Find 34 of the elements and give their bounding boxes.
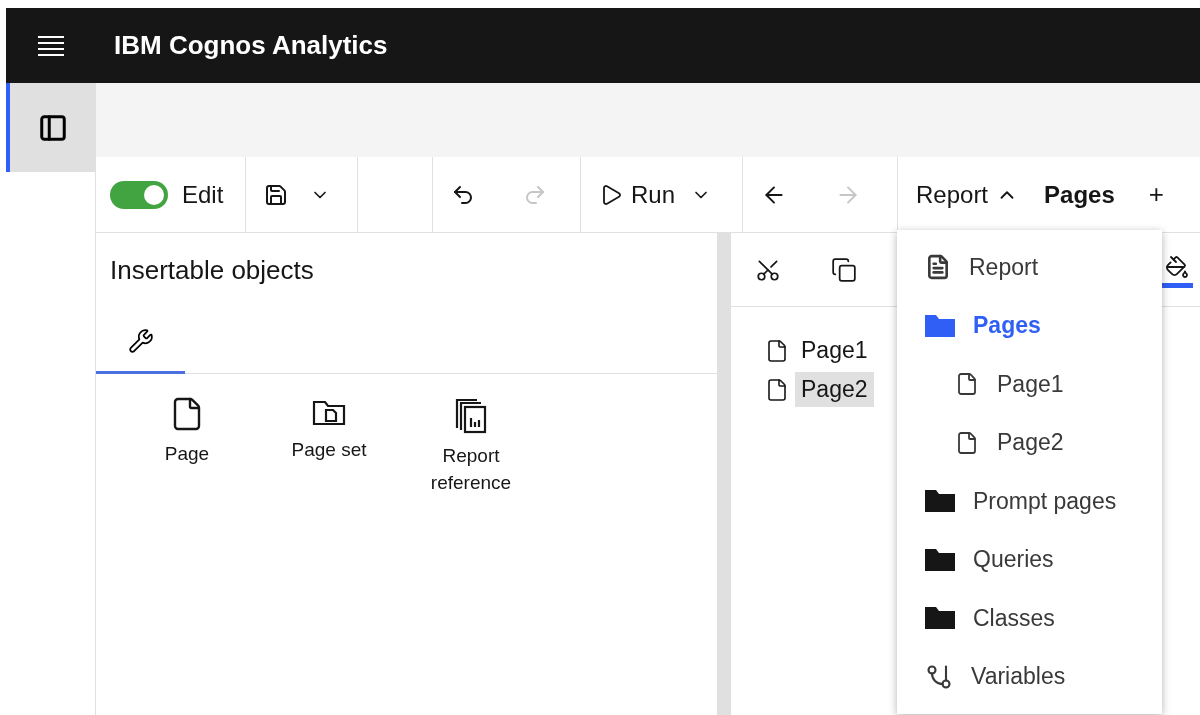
side-panel-icon (37, 112, 68, 143)
menu-item[interactable]: Pages (897, 296, 1162, 355)
insertable-object[interactable]: Page (116, 396, 258, 496)
save-icon (264, 182, 288, 207)
menu-item[interactable]: Page2 (897, 413, 1162, 472)
panel-title: Insertable objects (109, 254, 315, 287)
wrench-icon (127, 328, 154, 354)
menu-icon (38, 34, 64, 57)
menu-item[interactable]: Prompt pages (897, 472, 1162, 531)
paint-bucket-icon (1165, 255, 1189, 279)
insertable-object[interactable]: Report reference (400, 396, 542, 496)
page-icon (955, 372, 979, 397)
edit-toggle[interactable] (110, 180, 168, 209)
report-stack-icon (454, 396, 488, 434)
panel-toggle-button[interactable] (6, 83, 95, 172)
tree-item[interactable]: Page1 (795, 333, 874, 368)
menu-item[interactable]: Report (897, 238, 1162, 297)
run-button[interactable]: Run (595, 176, 680, 213)
page-icon (765, 377, 789, 402)
breadcrumb-dropdown[interactable]: Report (912, 176, 1023, 213)
page-icon (955, 430, 979, 455)
menu-item[interactable]: Queries (897, 530, 1162, 589)
document-icon (925, 254, 951, 281)
edit-label: Edit (182, 180, 224, 209)
copy-icon (831, 256, 857, 283)
tree-item[interactable]: Page2 (795, 372, 874, 407)
app-title: IBM Cognos Analytics (114, 30, 388, 61)
menu-item[interactable]: Variables (897, 647, 1162, 706)
insertable-object[interactable]: Page set (258, 396, 400, 496)
menu-item[interactable]: Page1 (897, 355, 1162, 414)
menu-item[interactable]: Classes (897, 589, 1162, 648)
current-location: Pages (1044, 180, 1115, 209)
add-button[interactable]: + (1128, 157, 1164, 232)
page-icon (765, 338, 789, 363)
